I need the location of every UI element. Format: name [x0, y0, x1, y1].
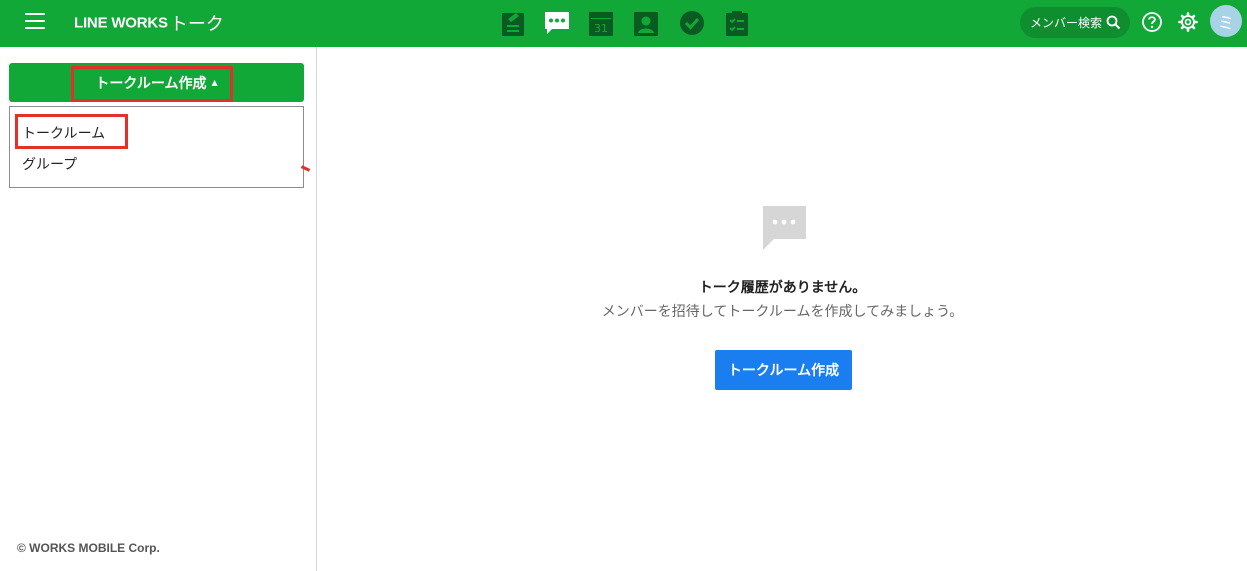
empty-state-description: メンバーを招待してトークルームを作成してみましょう。 — [601, 304, 964, 320]
create-dropdown-menu: トークルーム グループ — [9, 106, 304, 188]
member-search-button[interactable]: メンバー検索 — [1020, 7, 1130, 38]
copyright-text: © WORKS MOBILE Corp. — [17, 541, 160, 555]
chat-bubble-icon — [761, 205, 807, 255]
checklist-icon[interactable] — [721, 7, 753, 39]
board-icon[interactable] — [497, 7, 529, 39]
avatar[interactable]: ミ — [1210, 5, 1242, 37]
calendar-icon[interactable]: 31 — [585, 7, 617, 39]
menu-icon[interactable] — [25, 13, 45, 30]
chat-icon[interactable] — [541, 7, 573, 39]
member-search-label: メンバー検索 — [1030, 16, 1103, 30]
main-content: トーク履歴がありません。 メンバーを招待してトークルームを作成してみましょう。 … — [318, 47, 1247, 571]
menu-item-group[interactable]: グループ — [22, 154, 77, 174]
check-circle-icon[interactable] — [676, 7, 708, 39]
contact-icon[interactable] — [630, 7, 662, 39]
search-icon — [1106, 15, 1121, 33]
empty-state-title: トーク履歴がありません。 — [698, 280, 867, 296]
sidebar: トークルーム作成 ▲ トークルーム グループ © WORKS MOBILE Co… — [0, 47, 317, 571]
calendar-day-label: 31 — [594, 22, 608, 35]
create-talkroom-button[interactable]: トークルーム作成 — [715, 350, 852, 390]
create-talkroom-dropdown-button[interactable]: トークルーム作成 ▲ — [9, 63, 304, 102]
top-header: LINE WORKS トーク 31 メンバー検索 ミ — [0, 0, 1247, 47]
brand-logo: LINE WORKS — [74, 14, 168, 32]
help-icon[interactable] — [1141, 11, 1163, 37]
app-brand[interactable]: LINE WORKS トーク — [74, 10, 224, 36]
brand-service-name: トーク — [169, 14, 224, 35]
gear-icon[interactable] — [1177, 11, 1199, 37]
create-button-label: トークルーム作成 — [95, 75, 207, 92]
caret-up-icon: ▲ — [211, 78, 218, 87]
avatar-initial: ミ — [1217, 13, 1235, 34]
menu-item-talkroom[interactable]: トークルーム — [22, 123, 105, 143]
